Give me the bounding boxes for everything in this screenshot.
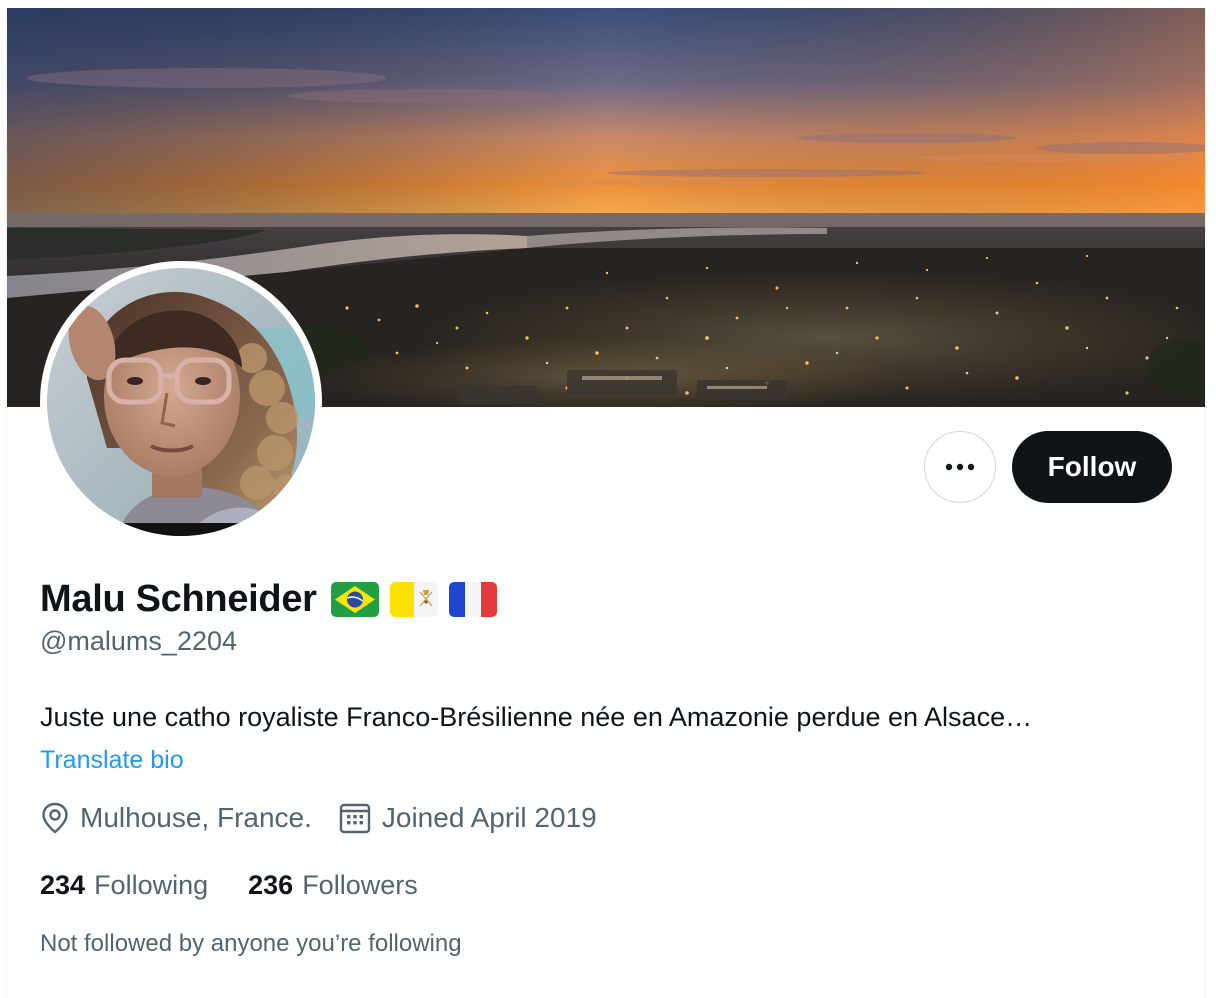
calendar-icon xyxy=(339,802,371,834)
avatar-photo xyxy=(47,268,315,536)
following-count: 234 xyxy=(40,870,86,900)
france-flag-icon xyxy=(448,581,497,617)
flag-emojis xyxy=(330,581,497,617)
follow-button-label: Follow xyxy=(1047,451,1137,482)
location-pin-icon xyxy=(40,802,70,834)
mutual-followers-note: Not followed by anyone you’re following xyxy=(40,930,462,957)
followers-label: Followers xyxy=(302,870,418,900)
display-name: Malu Schneider xyxy=(40,577,317,620)
more-options-button[interactable] xyxy=(924,431,996,503)
profile-name-row: Malu Schneider xyxy=(40,576,497,622)
location-item: Mulhouse, France. xyxy=(40,802,312,834)
profile-stats-row: 234 Following 236 Followers xyxy=(40,870,418,901)
joined-date-text: Joined April 2019 xyxy=(381,802,597,833)
profile-avatar[interactable] xyxy=(40,261,322,543)
profile-bio: Juste une catho royaliste Franco-Brésili… xyxy=(40,702,1033,732)
follow-button[interactable]: Follow xyxy=(1012,431,1172,503)
joined-item: Joined April 2019 xyxy=(339,802,597,834)
vatican-flag-icon xyxy=(389,581,438,617)
followers-link[interactable]: 236 Followers xyxy=(248,870,418,901)
profile-meta-row: Mulhouse, France. Joined April 2019 xyxy=(40,802,597,834)
translate-bio-link[interactable]: Translate bio xyxy=(40,746,184,775)
followers-count: 236 xyxy=(248,870,294,900)
more-horizontal-icon xyxy=(944,458,976,476)
brazil-flag-icon xyxy=(330,581,379,617)
profile-handle: @malums_2204 xyxy=(40,626,238,656)
following-label: Following xyxy=(94,870,209,900)
profile-page: Follow Malu Schneider @malums_2204 Juste… xyxy=(6,8,1206,998)
following-link[interactable]: 234 Following xyxy=(40,870,208,901)
location-text: Mulhouse, France. xyxy=(80,802,312,833)
